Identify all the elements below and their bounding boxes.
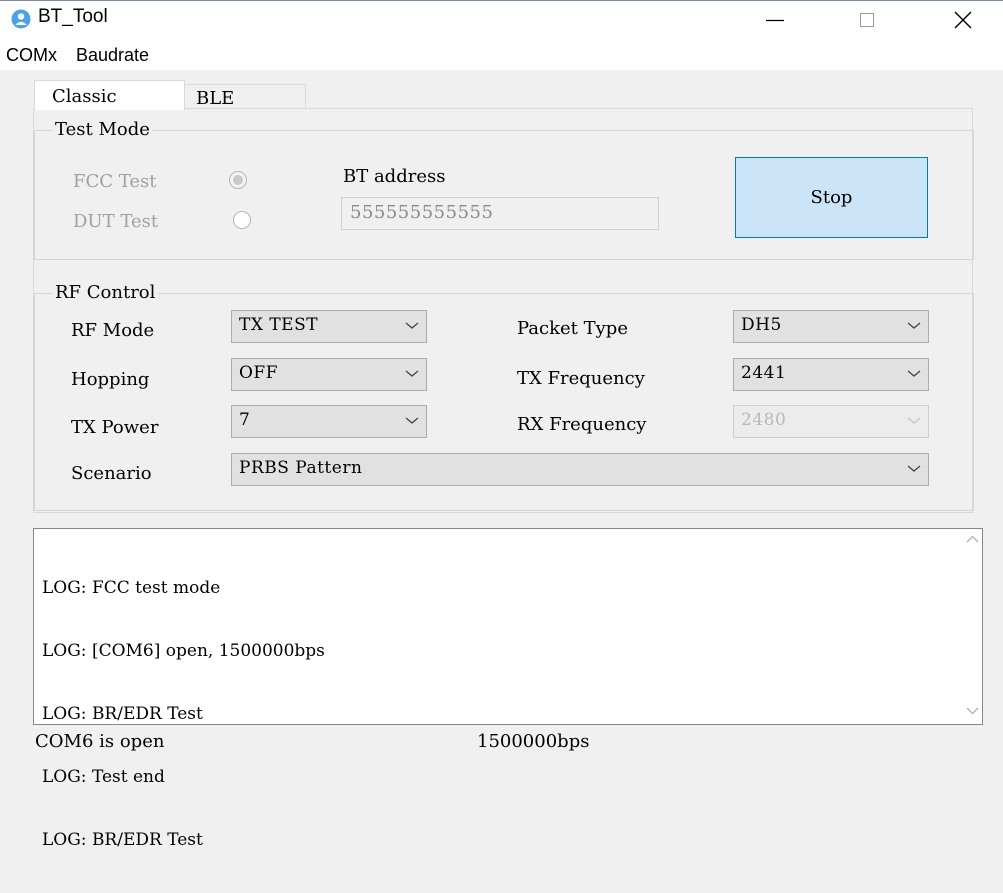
rf-mode-label: RF Mode <box>71 320 155 341</box>
rx-frequency-combo: 2480 <box>733 405 929 438</box>
scenario-combo[interactable]: PRBS Pattern <box>231 453 929 486</box>
window-title: BT_Tool <box>38 6 108 27</box>
packet-type-value: DH5 <box>741 315 782 335</box>
maximize-button[interactable] <box>844 0 890 40</box>
bt-address-field[interactable]: 555555555555 <box>341 197 659 230</box>
rf-mode-value: TX TEST <box>239 315 319 335</box>
log-line: LOG: BR/EDR Test <box>42 704 203 724</box>
chevron-down-icon <box>405 370 419 377</box>
hopping-value: OFF <box>239 363 279 383</box>
menu-baudrate[interactable]: Baudrate <box>76 45 149 66</box>
chevron-down-icon <box>907 322 921 329</box>
tab-classic[interactable]: Classic <box>34 80 185 110</box>
tx-frequency-value: 2441 <box>741 363 787 383</box>
tx-frequency-label: TX Frequency <box>517 368 645 389</box>
rf-mode-combo[interactable]: TX TEST <box>231 310 427 343</box>
rx-frequency-value: 2480 <box>741 410 787 430</box>
minimize-button[interactable] <box>752 0 798 40</box>
tx-frequency-combo[interactable]: 2441 <box>733 358 929 391</box>
tx-power-value: 7 <box>239 410 251 430</box>
status-port: COM6 is open <box>35 731 165 752</box>
hopping-label: Hopping <box>71 369 150 390</box>
tx-power-label: TX Power <box>71 417 159 438</box>
status-baudrate: 1500000bps <box>477 731 590 752</box>
close-button[interactable] <box>940 0 986 40</box>
dut-test-radio[interactable] <box>233 211 251 229</box>
maximize-icon <box>860 13 874 27</box>
chevron-down-icon <box>907 465 921 472</box>
user-icon <box>11 9 31 29</box>
log-textarea[interactable]: LOG: FCC test mode LOG: [COM6] open, 150… <box>33 528 983 850</box>
log-line: LOG: BR/EDR Test <box>42 830 203 850</box>
chevron-down-icon <box>907 370 921 377</box>
chevron-up-icon[interactable] <box>966 535 979 543</box>
bt-address-label: BT address <box>343 166 446 187</box>
rx-frequency-label: RX Frequency <box>517 414 647 435</box>
log-line: LOG: Test end <box>42 767 165 787</box>
minimize-icon <box>766 19 784 22</box>
hopping-combo[interactable]: OFF <box>231 358 427 391</box>
fcc-test-radio[interactable] <box>229 171 247 189</box>
close-icon <box>954 11 972 29</box>
chevron-down-icon <box>907 417 921 424</box>
chevron-down-icon <box>405 417 419 424</box>
chevron-down-icon[interactable] <box>966 707 979 715</box>
log-lines: LOG: FCC test mode LOG: [COM6] open, 150… <box>42 536 325 893</box>
menu-comx[interactable]: COMx <box>6 45 57 66</box>
dut-test-label: DUT Test <box>73 211 159 232</box>
log-line: LOG: [COM6] open, 1500000bps <box>42 641 325 661</box>
log-scrollbar[interactable] <box>963 529 982 724</box>
tx-power-combo[interactable]: 7 <box>231 405 427 438</box>
packet-type-label: Packet Type <box>517 318 628 339</box>
chevron-down-icon <box>405 322 419 329</box>
stop-button[interactable]: Stop <box>735 157 928 238</box>
packet-type-combo[interactable]: DH5 <box>733 310 929 343</box>
scenario-value: PRBS Pattern <box>239 458 363 478</box>
fcc-test-label: FCC Test <box>73 171 157 192</box>
menu-bar: COMx Baudrate <box>0 40 1003 70</box>
log-line: LOG: FCC test mode <box>42 578 221 598</box>
tab-ble[interactable]: BLE <box>184 84 306 109</box>
rf-control-title: RF Control <box>52 283 159 303</box>
test-mode-title: Test Mode <box>52 120 153 140</box>
scenario-label: Scenario <box>71 463 152 484</box>
